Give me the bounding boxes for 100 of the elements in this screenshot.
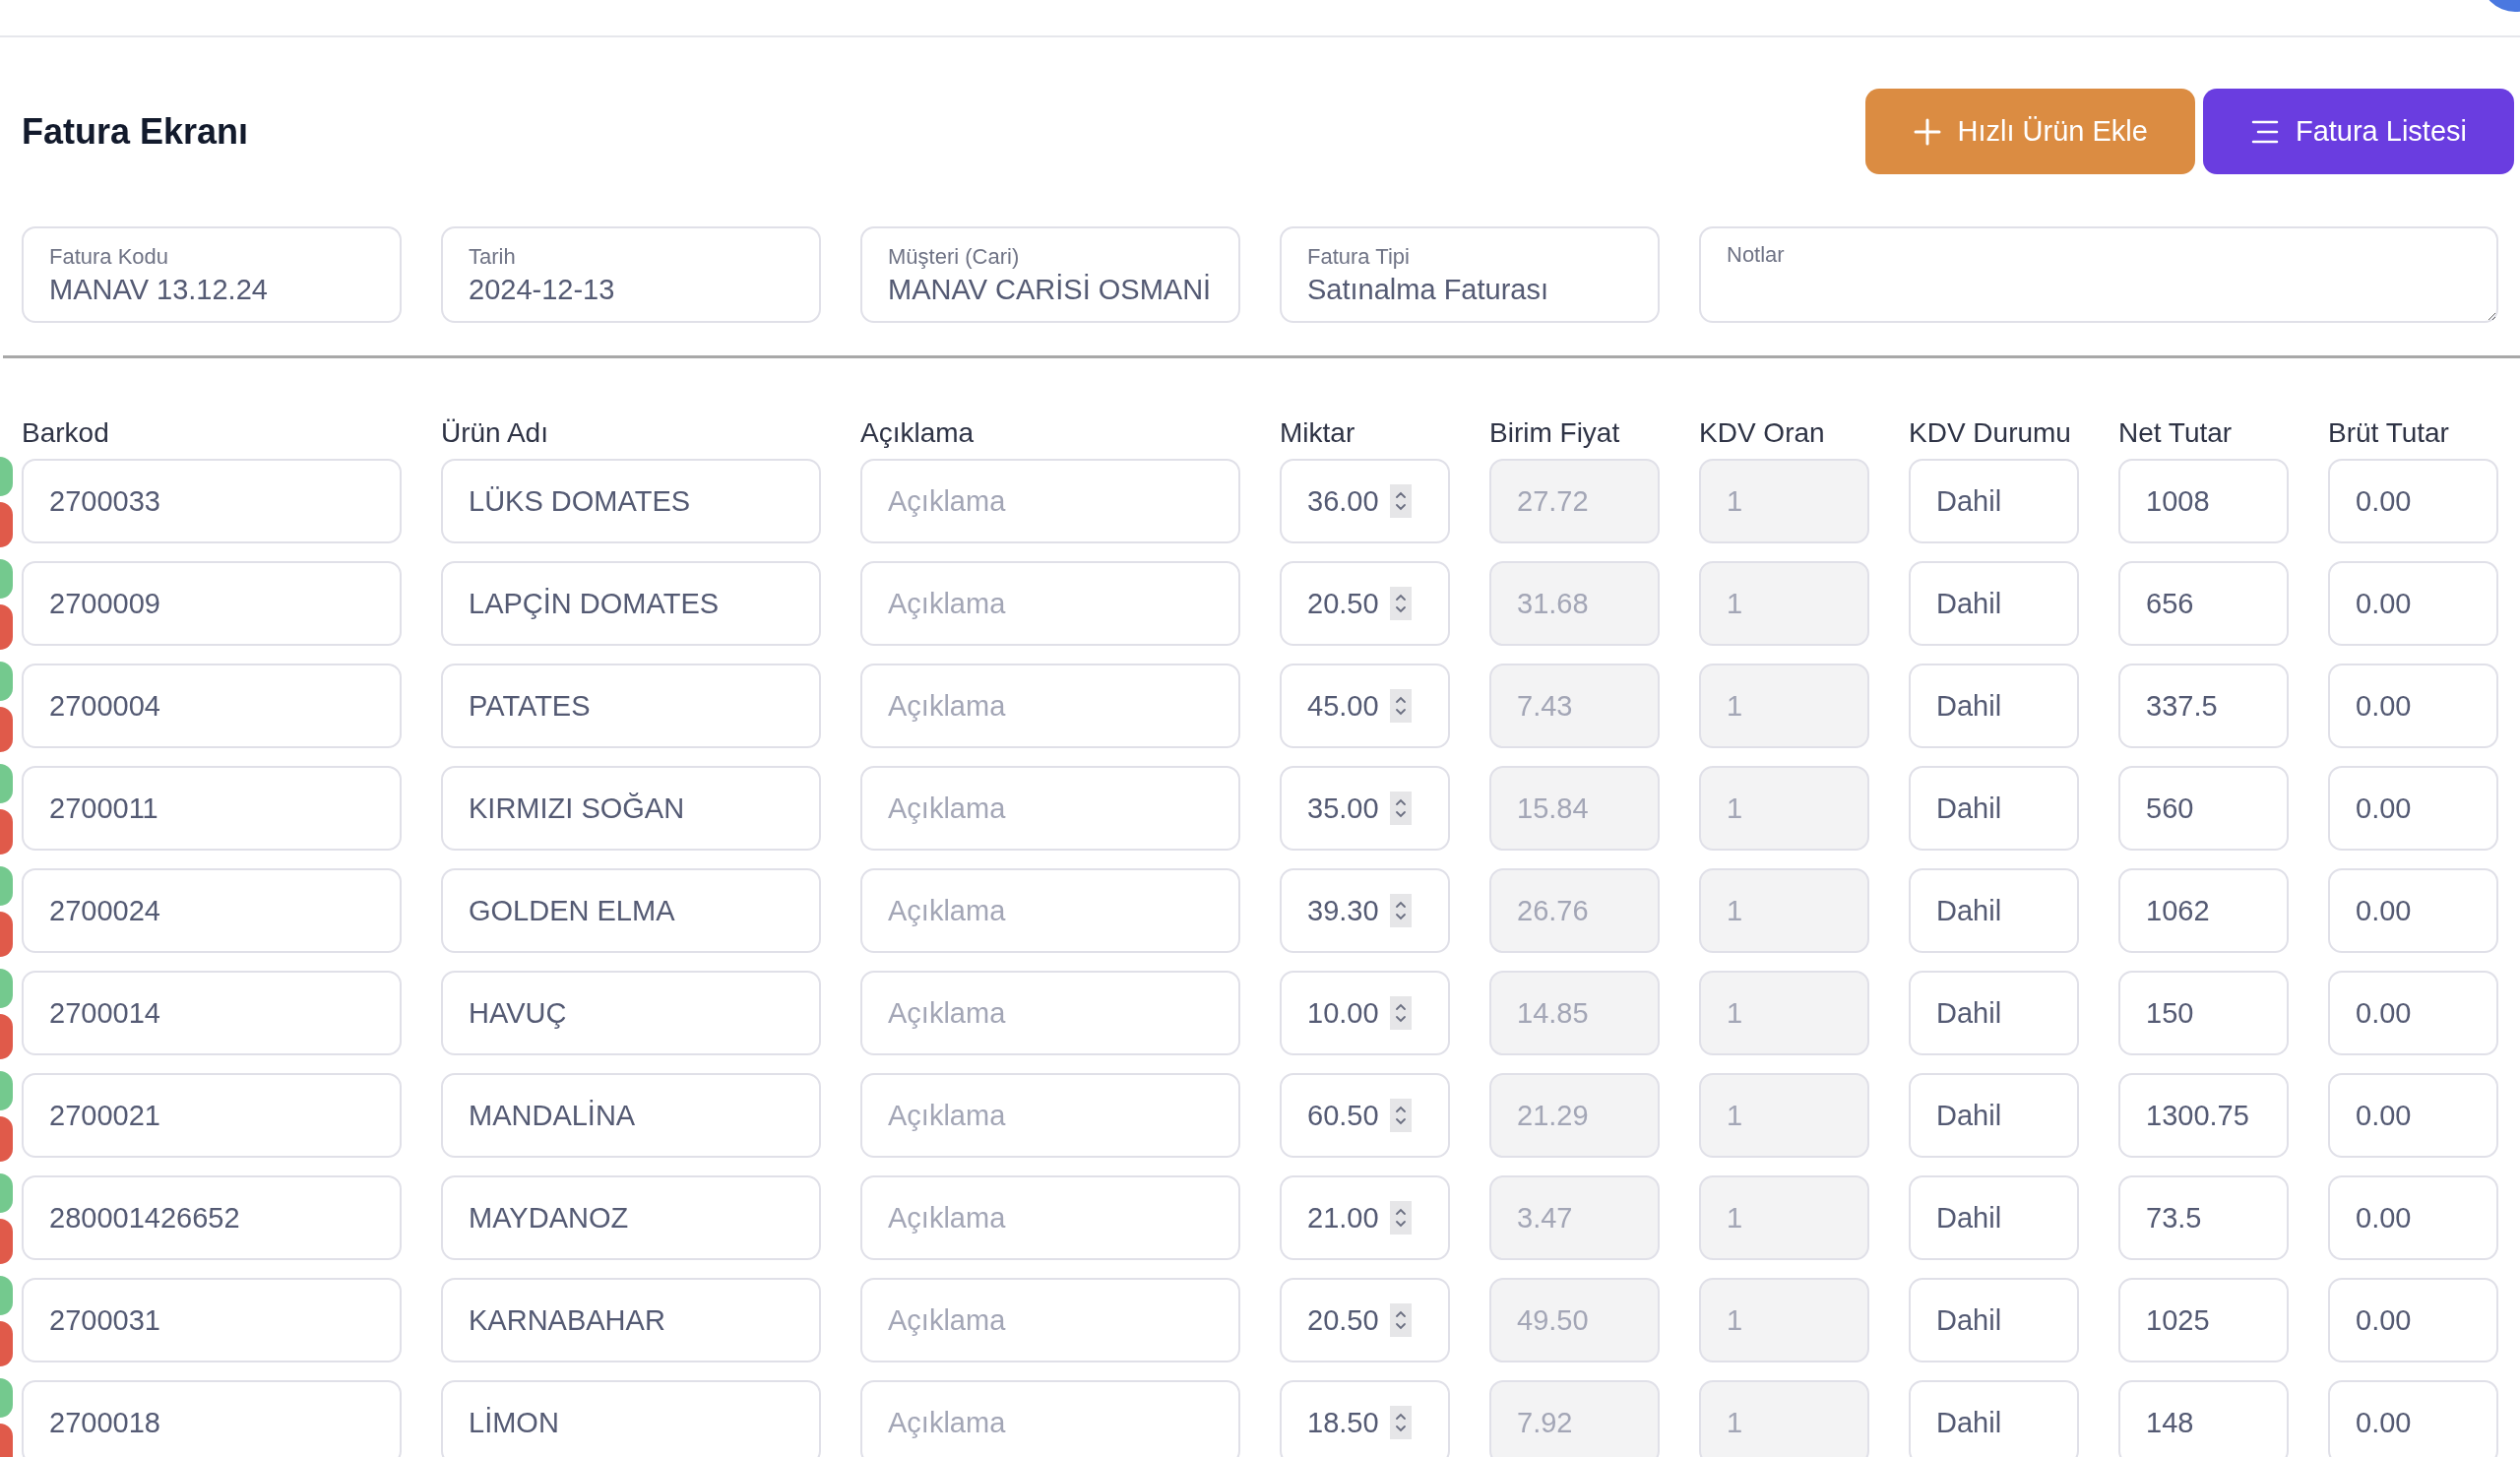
add-row-button[interactable] <box>0 1378 13 1418</box>
description-field[interactable]: Açıklama <box>860 971 1240 1055</box>
number-field[interactable]: 36.00 <box>1280 459 1450 543</box>
list-button[interactable]: Fatura Listesi <box>2202 89 2514 174</box>
input-field[interactable]: GOLDEN ELMA <box>441 868 821 953</box>
input-field[interactable]: 0.00 <box>2328 766 2498 851</box>
spinner-icon[interactable] <box>1390 484 1412 518</box>
add-row-button[interactable] <box>0 559 13 599</box>
text-field[interactable]: Tarih 2024-12-13 <box>441 226 821 323</box>
remove-row-button[interactable] <box>0 1219 13 1264</box>
spinner-icon[interactable] <box>1390 1303 1412 1337</box>
remove-row-button[interactable] <box>0 1116 13 1162</box>
number-field[interactable]: 60.50 <box>1280 1073 1450 1158</box>
input-field[interactable]: 2700031 <box>22 1278 402 1362</box>
spinner-icon[interactable] <box>1390 587 1412 620</box>
add-row-button[interactable] <box>0 866 13 906</box>
remove-row-button[interactable] <box>0 912 13 957</box>
input-field[interactable]: 0.00 <box>2328 971 2498 1055</box>
description-field[interactable]: Açıklama <box>860 459 1240 543</box>
text-field[interactable]: Fatura Tipi Satınalma Faturası <box>1280 226 1660 323</box>
input-field[interactable]: 560 <box>2118 766 2289 851</box>
input-field[interactable]: PATATES <box>441 664 821 748</box>
notes-field[interactable]: Notlar <box>1699 226 2498 323</box>
number-field[interactable]: 18.50 <box>1280 1380 1450 1457</box>
input-field[interactable]: 2700009 <box>22 561 402 646</box>
spinner-icon[interactable] <box>1390 1201 1412 1235</box>
input-field[interactable]: 0.00 <box>2328 1380 2498 1457</box>
input-field[interactable]: 337.5 <box>2118 664 2289 748</box>
input-field[interactable]: Dahil <box>1909 664 2079 748</box>
add-row-button[interactable] <box>0 1276 13 1315</box>
input-field[interactable]: LÜKS DOMATES <box>441 459 821 543</box>
remove-row-button[interactable] <box>0 1014 13 1059</box>
input-field[interactable]: KIRMIZI SOĞAN <box>441 766 821 851</box>
spinner-icon[interactable] <box>1390 689 1412 723</box>
number-field[interactable]: 21.00 <box>1280 1175 1450 1260</box>
description-field[interactable]: Açıklama <box>860 561 1240 646</box>
add-row-button[interactable] <box>0 969 13 1008</box>
remove-row-button[interactable] <box>0 502 13 547</box>
spinner-icon[interactable] <box>1390 996 1412 1030</box>
remove-row-button[interactable] <box>0 809 13 855</box>
input-field[interactable]: LİMON <box>441 1380 821 1457</box>
input-field[interactable]: Dahil <box>1909 459 2079 543</box>
add-row-button[interactable] <box>0 457 13 496</box>
input-field[interactable]: 0.00 <box>2328 868 2498 953</box>
spinner-icon[interactable] <box>1390 1406 1412 1439</box>
input-field[interactable]: 2700011 <box>22 766 402 851</box>
number-field[interactable]: 20.50 <box>1280 1278 1450 1362</box>
description-field[interactable]: Açıklama <box>860 664 1240 748</box>
text-field[interactable]: Müşteri (Cari) MANAV CARİSİ OSMANİ <box>860 226 1240 323</box>
description-field[interactable]: Açıklama <box>860 1380 1240 1457</box>
input-field[interactable]: 656 <box>2118 561 2289 646</box>
remove-row-button[interactable] <box>0 1424 13 1457</box>
input-field[interactable]: Dahil <box>1909 561 2079 646</box>
input-field[interactable]: 2700018 <box>22 1380 402 1457</box>
input-field[interactable]: 2700004 <box>22 664 402 748</box>
input-field[interactable]: 0.00 <box>2328 1175 2498 1260</box>
spinner-icon[interactable] <box>1390 894 1412 927</box>
number-field[interactable]: 45.00 <box>1280 664 1450 748</box>
description-field[interactable]: Açıklama <box>860 766 1240 851</box>
input-field[interactable]: 1025 <box>2118 1278 2289 1362</box>
input-field[interactable]: 0.00 <box>2328 1073 2498 1158</box>
number-field[interactable]: 20.50 <box>1280 561 1450 646</box>
number-field[interactable]: 10.00 <box>1280 971 1450 1055</box>
input-field[interactable]: Dahil <box>1909 1175 2079 1260</box>
text-field[interactable]: Fatura Kodu MANAV 13.12.24 <box>22 226 402 323</box>
add-row-button[interactable] <box>0 764 13 803</box>
add-row-button[interactable] <box>0 662 13 701</box>
input-field[interactable]: 150 <box>2118 971 2289 1055</box>
input-field[interactable]: 73.5 <box>2118 1175 2289 1260</box>
input-field[interactable]: 148 <box>2118 1380 2289 1457</box>
remove-row-button[interactable] <box>0 707 13 752</box>
input-field[interactable]: 1062 <box>2118 868 2289 953</box>
input-field[interactable]: Dahil <box>1909 1380 2079 1457</box>
remove-row-button[interactable] <box>0 604 13 650</box>
input-field[interactable]: 2700014 <box>22 971 402 1055</box>
input-field[interactable]: MANDALİNA <box>441 1073 821 1158</box>
spinner-icon[interactable] <box>1390 792 1412 825</box>
input-field[interactable]: Dahil <box>1909 766 2079 851</box>
description-field[interactable]: Açıklama <box>860 1073 1240 1158</box>
description-field[interactable]: Açıklama <box>860 1175 1240 1260</box>
add-row-button[interactable] <box>0 1071 13 1110</box>
spinner-icon[interactable] <box>1390 1099 1412 1132</box>
input-field[interactable]: MAYDANOZ <box>441 1175 821 1260</box>
input-field[interactable]: Dahil <box>1909 1073 2079 1158</box>
input-field[interactable]: 0.00 <box>2328 1278 2498 1362</box>
input-field[interactable]: 0.00 <box>2328 561 2498 646</box>
input-field[interactable]: Dahil <box>1909 1278 2079 1362</box>
input-field[interactable]: 2700024 <box>22 868 402 953</box>
input-field[interactable]: Dahil <box>1909 868 2079 953</box>
input-field[interactable]: Dahil <box>1909 971 2079 1055</box>
input-field[interactable]: 0.00 <box>2328 459 2498 543</box>
description-field[interactable]: Açıklama <box>860 868 1240 953</box>
description-field[interactable]: Açıklama <box>860 1278 1240 1362</box>
number-field[interactable]: 35.00 <box>1280 766 1450 851</box>
remove-row-button[interactable] <box>0 1321 13 1366</box>
input-field[interactable]: 280001426652 <box>22 1175 402 1260</box>
input-field[interactable]: 2700021 <box>22 1073 402 1158</box>
input-field[interactable]: HAVUÇ <box>441 971 821 1055</box>
input-field[interactable]: 0.00 <box>2328 664 2498 748</box>
number-field[interactable]: 39.30 <box>1280 868 1450 953</box>
